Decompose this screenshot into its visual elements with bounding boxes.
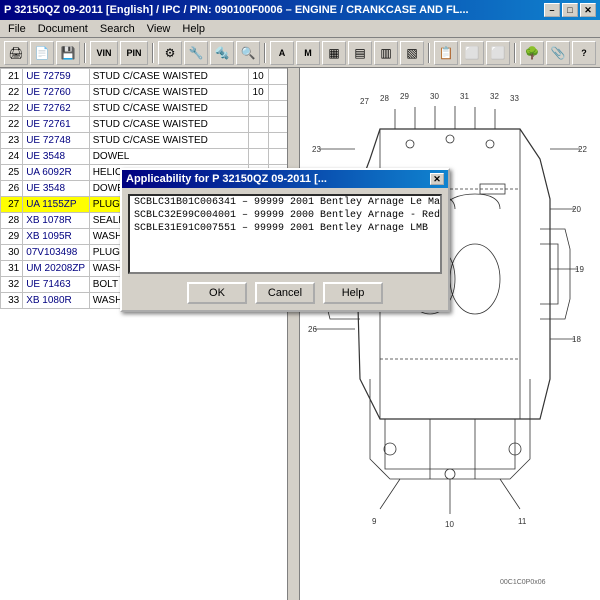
modal-list-item[interactable]: SCBLC32E99C004001 – 99999 2000 Bentley A… (130, 209, 440, 222)
search-button[interactable]: 🔍 (236, 41, 260, 65)
font-m-button[interactable]: M (296, 41, 320, 65)
main-content: 21 UE 72759 STUD C/CASE WAISTED 10 22 UE… (0, 68, 600, 600)
modal-help-button[interactable]: Help (323, 282, 383, 304)
minimize-button[interactable]: – (544, 3, 560, 17)
view3-button[interactable]: ▥ (374, 41, 398, 65)
engine-icon[interactable]: ⚙ (158, 41, 182, 65)
print-button[interactable]: 🖨 (4, 41, 28, 65)
modal-cancel-button[interactable]: Cancel (255, 282, 315, 304)
view1-button[interactable]: ▦ (322, 41, 346, 65)
attach-button[interactable]: 📎 (546, 41, 570, 65)
menu-document[interactable]: Document (32, 21, 94, 37)
toolbar-separator-1 (84, 43, 86, 63)
help-button[interactable]: ? (572, 41, 596, 65)
menu-file[interactable]: File (2, 21, 32, 37)
font-a-button[interactable]: A (270, 41, 294, 65)
tool2-button[interactable]: 🔩 (210, 41, 234, 65)
bookmark-button[interactable]: 📋 (434, 41, 458, 65)
save-button[interactable]: 💾 (56, 41, 80, 65)
pin-button[interactable]: PIN (120, 41, 148, 65)
maximize-button[interactable]: □ (562, 3, 578, 17)
toolbar-separator-4 (428, 43, 430, 63)
close-button[interactable]: ✕ (580, 3, 596, 17)
toolbar-separator-5 (514, 43, 516, 63)
new-button[interactable]: 📄 (30, 41, 54, 65)
modal-close-button[interactable]: ✕ (430, 173, 444, 185)
title-bar-buttons: – □ ✕ (544, 3, 596, 17)
toolbar-separator-2 (152, 43, 154, 63)
modal-dialog: Applicability for P 32150QZ 09-2011 [...… (120, 168, 450, 312)
modal-overlay: Applicability for P 32150QZ 09-2011 [...… (0, 68, 600, 600)
zoom-out-button[interactable]: ⬜ (486, 41, 510, 65)
modal-list-item[interactable]: SCBLE31E91C007551 – 99999 2001 Bentley A… (130, 222, 440, 235)
modal-applicability-list[interactable]: SCBLC31B01C006341 – 99999 2001 Bentley A… (128, 194, 442, 274)
modal-list-item[interactable]: SCBLC31B01C006341 – 99999 2001 Bentley A… (130, 196, 440, 209)
title-text: P 32150QZ 09-2011 [English] / IPC / PIN:… (4, 4, 469, 16)
title-bar: P 32150QZ 09-2011 [English] / IPC / PIN:… (0, 0, 600, 20)
tool1-button[interactable]: 🔧 (184, 41, 208, 65)
modal-title-text: Applicability for P 32150QZ 09-2011 [... (126, 173, 327, 185)
menu-search[interactable]: Search (94, 21, 141, 37)
modal-ok-button[interactable]: OK (187, 282, 247, 304)
menu-view[interactable]: View (141, 21, 177, 37)
modal-title-bar: Applicability for P 32150QZ 09-2011 [...… (122, 170, 448, 188)
view4-button[interactable]: ▧ (400, 41, 424, 65)
tree-button[interactable]: 🌳 (520, 41, 544, 65)
menu-bar: File Document Search View Help (0, 20, 600, 38)
zoom-in-button[interactable]: ⬜ (460, 41, 484, 65)
modal-buttons: OK Cancel Help (128, 282, 442, 304)
view2-button[interactable]: ▤ (348, 41, 372, 65)
toolbar-separator-3 (264, 43, 266, 63)
vin-button[interactable]: VIN (90, 41, 118, 65)
toolbar: 🖨 📄 💾 VIN PIN ⚙ 🔧 🔩 🔍 A M ▦ ▤ ▥ ▧ 📋 ⬜ ⬜ … (0, 38, 600, 68)
modal-body: SCBLC31B01C006341 – 99999 2001 Bentley A… (122, 188, 448, 310)
menu-help[interactable]: Help (176, 21, 211, 37)
